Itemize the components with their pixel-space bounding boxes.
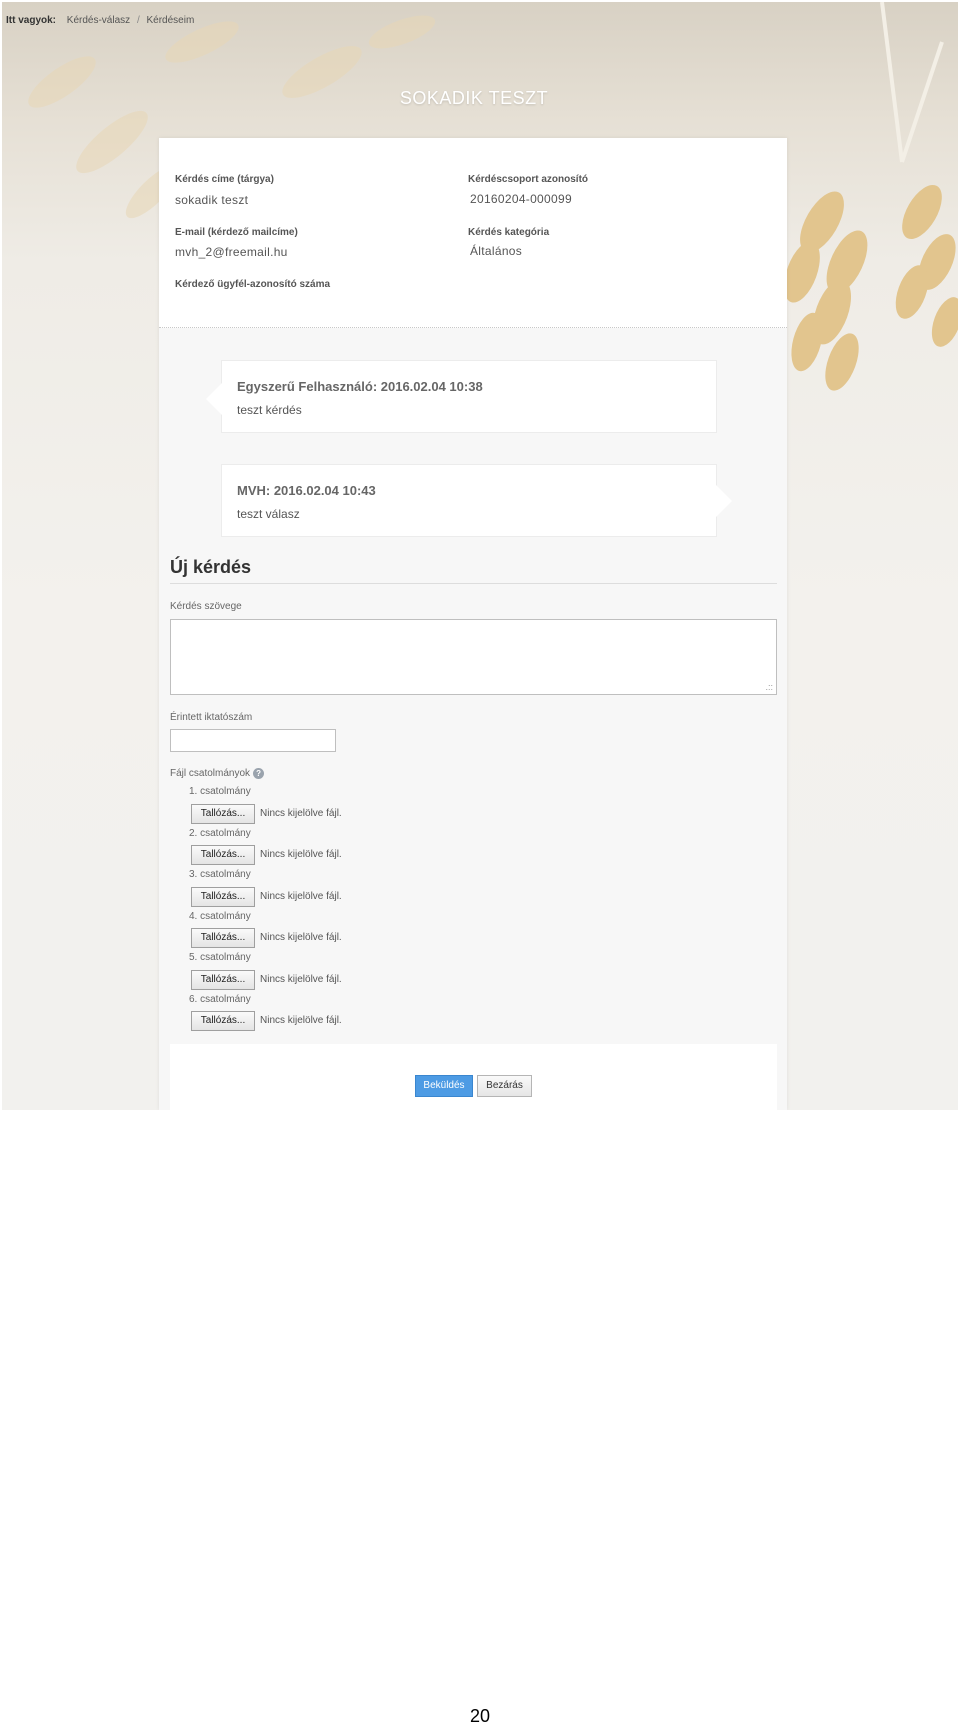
breadcrumb-label: Itt vagyok: [6,15,57,26]
question-info-panel: Kérdés címe (tárgya) sokadik teszt Kérdé… [159,138,787,328]
page-title: SOKADIK TESZT [399,88,549,108]
file-status: Nincs kijelölve fájl. [260,849,342,860]
browse-button[interactable]: Tallózás... [191,804,255,824]
category-value: Általános [470,244,523,258]
attachment-label-2: 2. csatolmány [189,828,251,839]
message-bubble-answer: MVH: 2016.02.04 10:43 teszt válasz [221,464,732,537]
message-text: teszt kérdés [237,403,302,417]
message-header: MVH: 2016.02.04 10:43 [237,483,376,498]
browse-button[interactable]: Tallózás... [191,1011,255,1031]
breadcrumb-separator: / [136,15,140,26]
browse-button[interactable]: Tallózás... [191,970,255,990]
question-text-area[interactable]: .:: [170,619,777,695]
group-id-label: Kérdéscsoport azonosító [468,174,589,185]
new-question-heading: Új kérdés [170,557,252,577]
category-label: Kérdés kategória [468,227,550,238]
email-value: mvh_2@freemail.hu [175,245,288,259]
breadcrumb-item-qa[interactable]: Kérdés-válasz [67,15,130,26]
message-header: Egyszerű Felhasználó: 2016.02.04 10:38 [237,379,483,394]
attachments-label-row: Fájl csatolmányok? [170,768,265,780]
form-footer: Beküldés Bezárás [170,1044,777,1110]
email-label: E-mail (kérdező mailcíme) [175,227,298,238]
message-text: teszt válasz [237,507,300,521]
close-button[interactable]: Bezárás [477,1075,532,1097]
page-number: 20 [469,1706,491,1726]
breadcrumb-item-my-questions[interactable]: Kérdéseim [147,15,195,26]
breadcrumb: Itt vagyok: Kérdés-válasz / Kérdéseim [6,15,198,26]
browse-button[interactable]: Tallózás... [191,928,255,948]
attachments-label: Fájl csatolmányok [170,768,251,780]
attachment-label-6: 6. csatolmány [189,994,251,1005]
file-status: Nincs kijelölve fájl. [260,1015,342,1026]
attachment-label-3: 3. csatolmány [189,869,251,880]
bubble-tail [716,485,732,517]
file-status: Nincs kijelölve fájl. [260,974,342,985]
client-id-label: Kérdező ügyfél-azonosító száma [175,279,331,290]
resize-grip-icon[interactable]: .:: [765,683,773,692]
attachment-label-5: 5. csatolmány [189,952,251,963]
message-bubble-question: Egyszerű Felhasználó: 2016.02.04 10:38 t… [206,360,717,433]
file-status: Nincs kijelölve fájl. [260,891,342,902]
attachment-label-1: 1. csatolmány [189,786,251,797]
help-icon[interactable]: ? [253,768,265,779]
attachment-label-4: 4. csatolmány [189,911,251,922]
reference-number-label: Érintett iktatószám [170,712,253,723]
file-status: Nincs kijelölve fájl. [260,808,342,819]
heading-divider [170,583,777,584]
bubble-tail [206,383,222,415]
send-button[interactable]: Beküldés [415,1075,473,1097]
file-status: Nincs kijelölve fájl. [260,932,342,943]
reference-number-input[interactable] [170,729,336,752]
question-text-label: Kérdés szövege [170,601,242,612]
subject-label: Kérdés címe (tárgya) [175,174,274,185]
browse-button[interactable]: Tallózás... [191,887,255,907]
question-card: Kérdés címe (tárgya) sokadik teszt Kérdé… [159,138,787,1110]
group-id-value: 20160204-000099 [470,192,572,206]
subject-value: sokadik teszt [175,193,249,207]
screenshot: Itt vagyok: Kérdés-válasz / Kérdéseim SO… [2,2,958,1110]
browse-button[interactable]: Tallózás... [191,845,255,865]
